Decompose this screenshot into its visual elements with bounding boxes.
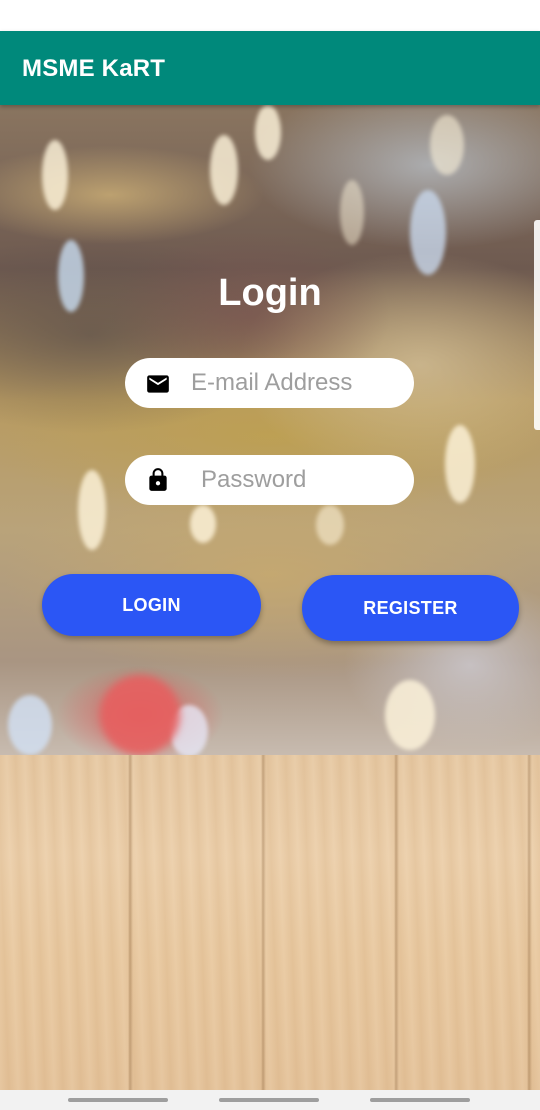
back-button[interactable] <box>370 1098 470 1102</box>
home-button[interactable] <box>219 1098 319 1102</box>
app-title: MSME KaRT <box>22 55 166 82</box>
email-field[interactable]: E-mail Address <box>125 358 414 408</box>
app-bar: MSME KaRT <box>0 31 540 105</box>
navigation-bar <box>0 1090 540 1110</box>
email-placeholder: E-mail Address <box>191 369 353 396</box>
lock-icon <box>149 468 167 491</box>
password-placeholder: Password <box>201 466 307 493</box>
wooden-table <box>0 755 540 1090</box>
status-bar <box>0 0 540 31</box>
password-field[interactable]: Password <box>125 455 414 505</box>
scrollbar[interactable] <box>534 220 540 430</box>
login-screen: MSME KaRT Login E-mail Address Password … <box>0 0 540 1110</box>
mail-icon <box>147 375 169 393</box>
recent-apps-button[interactable] <box>68 1098 168 1102</box>
blurred-mall-background <box>0 105 540 760</box>
login-button[interactable]: LOGIN <box>42 574 261 636</box>
login-heading: Login <box>218 272 322 314</box>
register-button[interactable]: REGISTER <box>302 575 519 641</box>
